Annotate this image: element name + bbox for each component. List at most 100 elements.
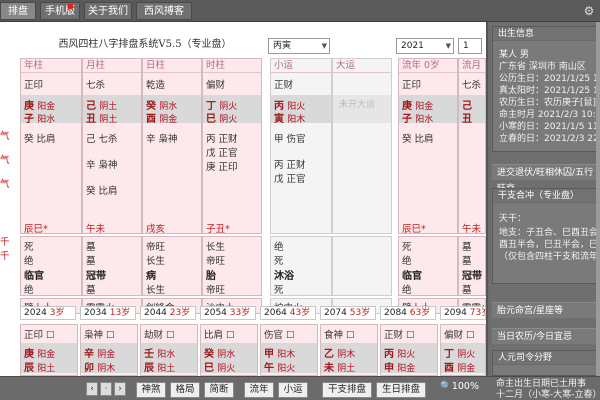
xingyun: 墓: [462, 285, 472, 296]
xiaoyun-column: 小运 正财 丙 阳火 寅 阳木 甲 伤官 丙 正财 戊 正官: [270, 58, 332, 234]
tab-paipan[interactable]: 排盘: [0, 2, 36, 20]
edge-char: 千: [0, 237, 10, 248]
ganzhi-panel: 干支合冲（专业盘） 天干： 地支：子丑合、巳酉丑会金 酉丑半合，巳丑半会，巳酉丑…: [492, 188, 600, 284]
info-line: 立春的日：2021/2/3 22:58: [499, 134, 600, 144]
dayun-year-4[interactable]: 2054 33岁: [200, 306, 256, 320]
new-badge-icon: [68, 4, 73, 9]
dayun-year-3[interactable]: 2044 23岁: [140, 306, 196, 320]
dayun-year-1[interactable]: 2024 3岁: [20, 306, 76, 320]
xingyun: 墓: [86, 256, 96, 267]
ganzhi-line: 天干：: [499, 214, 527, 224]
renyuan-line: 十二月（小寒-大寒-立春）: [496, 390, 600, 400]
zoom-level[interactable]: 🔍100%: [440, 381, 479, 392]
dayun-col-8[interactable]: 偏财 ☐ 丁 阴火 酉 阴金: [440, 324, 486, 376]
dayun-header: 大运: [333, 59, 391, 73]
dayun-year-8[interactable]: 2094 73岁: [440, 306, 486, 320]
zizuo: 胎: [206, 271, 216, 282]
canggan: 己 七杀: [86, 134, 118, 145]
changsheng-day: 帝旺 长生 病 长生: [142, 236, 202, 296]
zhi-wuxing: 阴金: [159, 115, 178, 125]
pillar-header: 年柱: [21, 59, 81, 73]
dayun-col-7[interactable]: 正财 ☐ 丙 阳火 申 阳金: [380, 324, 438, 376]
dishi: 绝: [274, 242, 284, 253]
checkbox-icon[interactable]: ☐: [46, 330, 55, 341]
zizuo: 临官: [402, 271, 422, 282]
canggan: 庚 正印: [206, 162, 238, 173]
magnifier-icon: 🔍: [440, 381, 452, 392]
shensha-button[interactable]: 神煞: [136, 382, 166, 398]
nongli-button[interactable]: 当日农历/今日宜忌: [492, 328, 598, 344]
shishen: 乾造: [146, 80, 166, 91]
num-select[interactable]: 1: [458, 38, 482, 54]
sidebar-scrollbar[interactable]: [596, 22, 600, 376]
xingyun: 长生: [146, 256, 166, 267]
gear-icon[interactable]: ⚙: [582, 4, 596, 18]
kongwang: 辰巳*: [402, 224, 426, 235]
geju-button[interactable]: 格局: [170, 382, 200, 398]
prev-icon[interactable]: ‹: [86, 382, 98, 396]
page-title: 西风四柱八字排盘系统V5.5（专业盘）: [58, 39, 232, 50]
changsheng-year: 死 绝 临官 绝: [20, 236, 82, 296]
zizuo: 冠带: [462, 271, 482, 282]
dayun-col-5[interactable]: 伤官 ☐ 甲 阳木 午 阳火: [260, 324, 318, 376]
dayun-year-6[interactable]: 2074 53岁: [320, 306, 376, 320]
liunian-button[interactable]: 流年: [244, 382, 274, 398]
bottom-toolbar: 命主出生日期已土用事 十二月（小寒-大寒-立春） ‹ · › 神煞 格局 简断 …: [0, 376, 600, 400]
next-icon[interactable]: ›: [114, 382, 126, 396]
taiyuan-button[interactable]: 胎元命宫/星座等: [492, 302, 598, 318]
tab-mobile[interactable]: 手机版: [40, 2, 80, 20]
checkbox-icon[interactable]: ☐: [286, 330, 295, 341]
pillar-hour: 时柱 偏财 丁 阴火 巳 阴火 丙 正财 戊 正官 庚 正印 子丑*: [202, 58, 262, 235]
checkbox-icon[interactable]: ☐: [166, 330, 175, 341]
kongwang: 午未: [462, 224, 482, 234]
xingyun: 绝: [402, 256, 412, 267]
checkbox-icon[interactable]: ☐: [226, 330, 235, 341]
top-tab-bar: 排盘 手机版 关于我们 西风搏客 ⚙: [0, 0, 600, 22]
shishen: 七杀: [462, 80, 482, 91]
xingyun: 长生: [146, 285, 166, 296]
tab-about[interactable]: 关于我们: [84, 2, 132, 20]
changsheng-dayun: [332, 236, 392, 296]
shishen: 七杀: [86, 80, 106, 91]
dayun-year-7[interactable]: 2084 63岁: [380, 306, 436, 320]
changsheng-liuyue: 墓 墓 冠带 墓: [458, 236, 486, 296]
dayun-year-2[interactable]: 2034 13岁: [80, 306, 136, 320]
changsheng-hour: 长生 帝旺 胎 帝旺: [202, 236, 262, 296]
canggan: 戊 正官: [274, 174, 306, 185]
changsheng-xiaoyun: 绝 死 沐浴 死: [270, 236, 332, 296]
checkbox-icon[interactable]: ☐: [346, 330, 355, 341]
dayun-col-1[interactable]: 正印 ☐ 庚 阳金 辰 阳土: [20, 324, 78, 376]
canggan: 辛 枭神: [146, 134, 178, 145]
zizuo: 沐浴: [274, 271, 294, 282]
dayun-column: 大运 未开大运: [332, 58, 392, 234]
xingyun: 墓: [462, 256, 472, 267]
dots-icon[interactable]: ·: [100, 382, 112, 396]
pillar-day: 日柱 乾造 癸 阴水 酉 阴金 辛 枭神 戌亥: [142, 58, 202, 235]
dayun-col-3[interactable]: 劫财 ☐ 壬 阳水 辰 阳土: [140, 324, 198, 376]
dayun-col-2[interactable]: 枭神 ☐ 辛 阴金 卯 阴木: [80, 324, 138, 376]
edge-char: 千: [0, 251, 10, 262]
canggan: 丙 正财: [274, 160, 306, 171]
xiaoyun-button[interactable]: 小运: [278, 382, 308, 398]
zizuo: 临官: [24, 271, 44, 282]
period-select[interactable]: 丙寅 ▼: [268, 38, 330, 54]
dayun-year-5[interactable]: 2064 43岁: [260, 306, 316, 320]
edge-char: 气: [0, 155, 10, 166]
checkbox-icon[interactable]: ☐: [466, 330, 475, 341]
ganzhi-paipan-button[interactable]: 干支排盘: [322, 382, 372, 398]
wuxing-wangshuai-button[interactable]: 进交退伏/旺相休囚/五行旺衰: [492, 164, 598, 194]
tab-blog[interactable]: 西风搏客: [136, 2, 192, 20]
dayun-col-4[interactable]: 比肩 ☐ 癸 阴水 巳 阴火: [200, 324, 258, 376]
jianduan-button[interactable]: 简断: [204, 382, 234, 398]
checkbox-icon[interactable]: ☐: [406, 330, 415, 341]
chevron-down-icon: ▼: [321, 42, 327, 50]
year-select[interactable]: 2021 ▼: [396, 38, 454, 54]
xingyun: 绝: [24, 256, 34, 267]
dishi: 死: [24, 242, 34, 253]
xingyun: 绝: [402, 285, 412, 296]
changsheng-month: 墓 墓 冠带 墓: [82, 236, 142, 296]
dayun-col-6[interactable]: 食神 ☐ 乙 阴木 未 阴土: [320, 324, 378, 376]
birthday-paipan-button[interactable]: 生日排盘: [376, 382, 426, 398]
canggan: 辛 枭神: [86, 160, 118, 171]
checkbox-icon[interactable]: ☐: [106, 330, 115, 341]
